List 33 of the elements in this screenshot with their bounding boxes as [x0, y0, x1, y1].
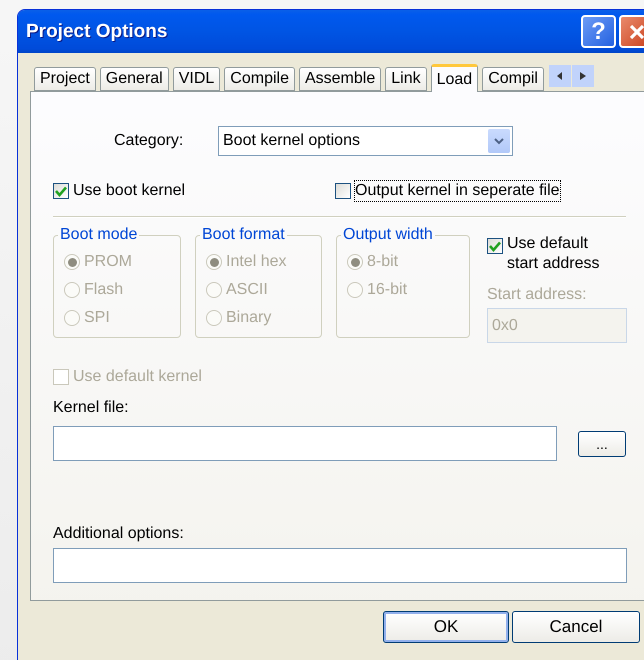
- checkbox-label: Output kernel in seperate file: [355, 181, 560, 201]
- dialog-button[interactable]: OK: [383, 611, 509, 643]
- checkbox-label: Use default kernel: [73, 367, 202, 387]
- tab[interactable]: Link: [385, 67, 427, 91]
- dialog-button[interactable]: Cancel: [512, 611, 640, 643]
- group-title: Boot mode: [59, 226, 138, 244]
- start-address-label: Start address:: [487, 286, 588, 304]
- browse-button[interactable]: ...: [578, 430, 626, 456]
- radio-label: 8-bit: [367, 253, 398, 271]
- tab[interactable]: Load: [430, 64, 478, 92]
- radio-label: ASCII: [226, 281, 268, 299]
- radio-label: SPI: [84, 309, 110, 327]
- radio-label: 16-bit: [367, 281, 408, 299]
- window-title: Project Options: [26, 20, 168, 42]
- tab[interactable]: Project: [34, 67, 96, 91]
- help-button[interactable]: ?: [581, 15, 616, 48]
- tab[interactable]: Compil: [482, 67, 544, 91]
- tab[interactable]: VIDL: [172, 67, 220, 91]
- checkbox-label: Use default start address: [507, 234, 600, 274]
- radio-label: Intel hex: [226, 253, 286, 271]
- tab[interactable]: Compile: [224, 67, 295, 91]
- checkbox-label: Use boot kernel: [73, 181, 186, 201]
- kernel-file-label: Kernel file:: [53, 399, 129, 417]
- radio-label: Binary: [226, 309, 272, 327]
- group-title: Output width: [342, 226, 434, 244]
- radio-label: PROM: [84, 253, 132, 271]
- tab[interactable]: General: [100, 67, 169, 91]
- category-label: Category:: [114, 132, 184, 150]
- radio-label: Flash: [84, 281, 124, 299]
- additional-options-label: Additional options:: [53, 525, 184, 543]
- group-title: Boot format: [201, 226, 286, 244]
- tab[interactable]: Assemble: [298, 67, 382, 91]
- category-dropdown[interactable]: Boot kernel options: [218, 126, 513, 156]
